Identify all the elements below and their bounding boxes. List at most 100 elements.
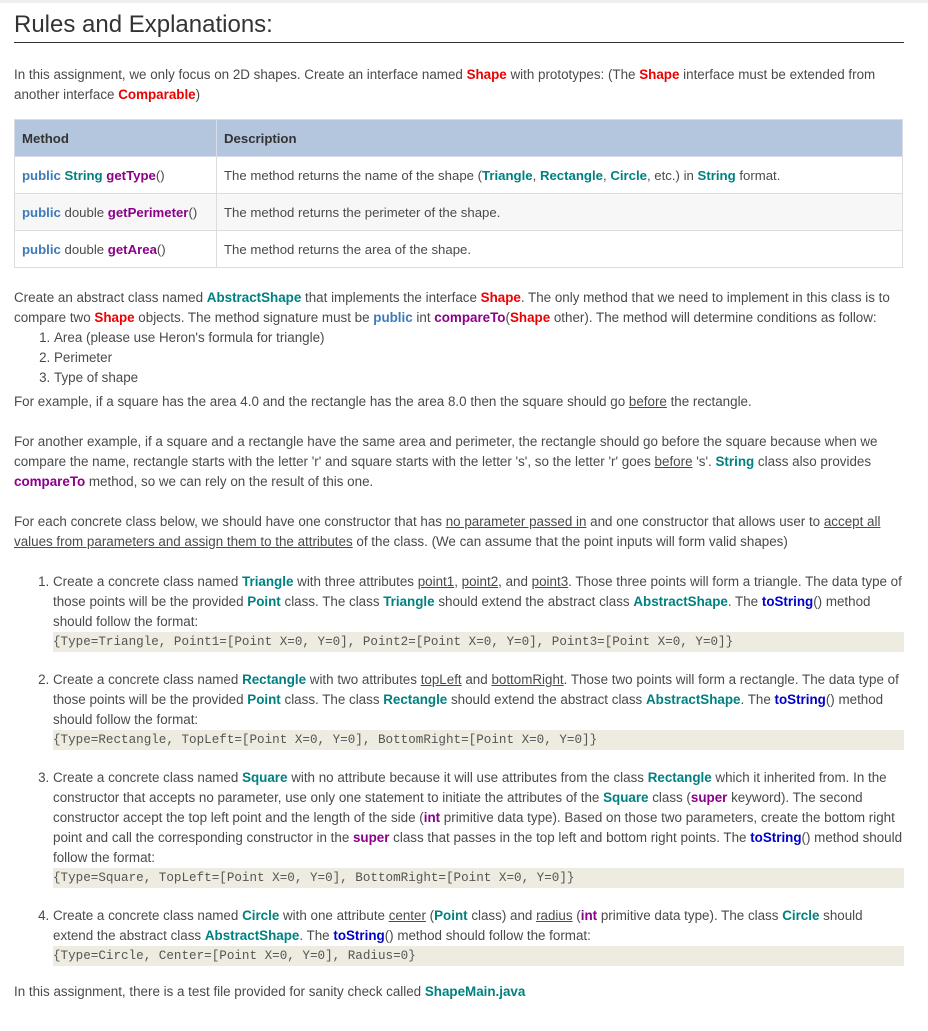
square-keyword: Square — [242, 770, 288, 785]
description-cell: The method returns the area of the shape… — [216, 230, 903, 268]
point-keyword: Point — [434, 908, 468, 923]
attribute-name: radius — [536, 908, 573, 923]
test-file-name: ShapeMain.java — [424, 984, 526, 999]
text: format. — [735, 167, 781, 183]
column-header-description: Description — [216, 119, 903, 157]
string-keyword: String — [715, 454, 755, 469]
methods-table: Method Description public String getType… — [14, 119, 903, 268]
text: Create an abstract class named — [14, 290, 207, 305]
page-title: Rules and Explanations: — [14, 0, 904, 43]
text: with no attribute because it will use at… — [287, 770, 648, 785]
text: , etc.) in — [646, 167, 698, 183]
column-header-method: Method — [14, 119, 217, 157]
text: In this assignment, there is a test file… — [14, 984, 425, 999]
text: with two attributes — [306, 672, 421, 687]
shape-keyword: Shape — [480, 290, 521, 305]
list-item: Type of shape — [54, 368, 904, 388]
description-cell: The method returns the name of the shape… — [216, 156, 903, 194]
text: class also provides — [754, 454, 872, 469]
attribute-name: point1 — [417, 574, 455, 589]
text: class. The class — [280, 692, 384, 707]
code-sample: {Type=Square, TopLeft=[Point X=0, Y=0], … — [53, 868, 904, 888]
triangle-class-item: Create a concrete class named Triangle w… — [53, 572, 904, 652]
text: The method returns the name of the shape… — [224, 167, 483, 183]
text: should extend the abstract class — [434, 594, 634, 609]
table-row: public double getArea() The method retur… — [14, 230, 903, 268]
text: ( — [572, 908, 581, 923]
text: Create a concrete class named — [53, 908, 243, 923]
table-row: public String getType() The method retur… — [14, 156, 903, 194]
table-header-row: Method Description — [14, 119, 903, 157]
text: ) — [195, 87, 201, 102]
rectangle-class-item: Create a concrete class named Rectangle … — [53, 670, 904, 750]
example-paragraph-1: For example, if a square has the area 4.… — [14, 392, 904, 412]
underlined-text: before — [628, 394, 667, 409]
text: () method should follow the format: — [384, 928, 591, 943]
method-name: getPerimeter — [107, 204, 189, 220]
public-keyword: public — [373, 310, 413, 325]
shape-keyword: Shape — [509, 310, 551, 325]
text: of the class. (We can assume that the po… — [352, 534, 788, 549]
text: . The — [740, 692, 775, 707]
tostring-keyword: toString — [774, 692, 826, 707]
list-item: Perimeter — [54, 348, 904, 368]
abstractshape-keyword: AbstractShape — [645, 692, 741, 707]
code-sample: {Type=Rectangle, TopLeft=[Point X=0, Y=0… — [53, 730, 904, 750]
method-cell: public String getType() — [14, 156, 217, 194]
method-name: getArea — [107, 241, 157, 257]
rectangle-keyword: Rectangle — [242, 672, 307, 687]
text: class that passes in the top left and bo… — [389, 830, 751, 845]
square-keyword: Square — [603, 790, 649, 805]
abstractshape-keyword: AbstractShape — [633, 594, 728, 609]
text: For example, if a square has the area 4.… — [14, 394, 629, 409]
text: other). The method will determine condit… — [550, 310, 877, 325]
code-sample: {Type=Triangle, Point1=[Point X=0, Y=0],… — [53, 632, 904, 652]
super-keyword: super — [690, 790, 728, 805]
return-type: double — [64, 204, 105, 220]
public-keyword: public — [22, 241, 61, 257]
public-keyword: public — [22, 167, 61, 183]
text: method, so we can rely on the result of … — [85, 474, 374, 489]
text: . The — [299, 928, 334, 943]
circle-keyword: Circle — [610, 167, 647, 183]
attribute-name: point2 — [461, 574, 499, 589]
attribute-name: bottomRight — [491, 672, 564, 687]
abstract-class-paragraph: Create an abstract class named AbstractS… — [14, 288, 904, 328]
concrete-classes-list: Create a concrete class named Triangle w… — [14, 572, 904, 966]
abstractshape-keyword: AbstractShape — [204, 928, 300, 943]
square-class-item: Create a concrete class named Square wit… — [53, 768, 904, 888]
attribute-name: point3 — [531, 574, 569, 589]
comparable-keyword: Comparable — [118, 87, 196, 102]
example-paragraph-2: For another example, if a square and a r… — [14, 432, 904, 492]
text: , — [454, 574, 462, 589]
test-file-paragraph: In this assignment, there is a test file… — [14, 982, 904, 1002]
circle-keyword: Circle — [242, 908, 280, 923]
rectangle-keyword: Rectangle — [647, 770, 712, 785]
attribute-name: center — [388, 908, 426, 923]
text: and — [461, 672, 492, 687]
text: 's'. — [692, 454, 716, 469]
tostring-keyword: toString — [750, 830, 802, 845]
parens: () — [156, 241, 166, 257]
parens: () — [155, 167, 165, 183]
text: class ( — [648, 790, 691, 805]
rectangle-keyword: Rectangle — [383, 692, 448, 707]
text: the rectangle. — [666, 394, 752, 409]
text: should extend the abstract class — [447, 692, 646, 707]
text: with one attribute — [279, 908, 389, 923]
text: Create a concrete class named — [53, 770, 243, 785]
int-keyword: int — [580, 908, 598, 923]
concrete-classes-paragraph: For each concrete class below, we should… — [14, 512, 904, 552]
triangle-keyword: Triangle — [383, 594, 435, 609]
text: primitive data type). The class — [597, 908, 783, 923]
method-name: getType — [106, 167, 156, 183]
triangle-keyword: Triangle — [242, 574, 294, 589]
shape-keyword: Shape — [94, 310, 135, 325]
super-keyword: super — [352, 830, 390, 845]
text: In this assignment, we only focus on 2D … — [14, 67, 467, 82]
text: with three attributes — [293, 574, 418, 589]
table-row: public double getPerimeter() The method … — [14, 193, 903, 231]
text: int — [412, 310, 435, 325]
code-sample: {Type=Circle, Center=[Point X=0, Y=0], R… — [53, 946, 904, 966]
text: and one constructor that allows user to — [586, 514, 824, 529]
